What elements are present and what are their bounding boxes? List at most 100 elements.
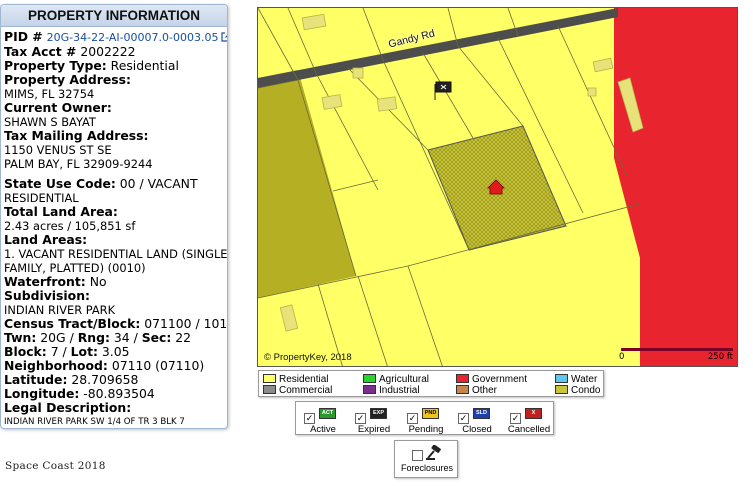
tax-mailing-label: Tax Mailing Address: <box>4 128 149 143</box>
swatch-agricultural <box>363 374 376 383</box>
tax-mailing-line1: 1150 VENUS ST SE <box>4 143 112 157</box>
foreclosures-label: Foreclosures <box>400 463 454 473</box>
longitude-value: -80.893504 <box>83 386 155 401</box>
property-address-label: Property Address: <box>4 72 131 87</box>
active-flag-icon: ACT <box>319 408 336 419</box>
swatch-commercial <box>263 385 276 394</box>
legend-item-residential: Residential <box>263 374 328 385</box>
pid-label: PID # <box>4 29 43 44</box>
filter-closed[interactable]: ✓ SLD Closed <box>450 405 504 435</box>
census-row: Census Tract/Block: 071100 / 1016 <box>4 317 227 331</box>
pending-flag-icon: PND <box>422 408 439 419</box>
land-areas-label: Land Areas: <box>4 232 88 247</box>
swatch-government <box>456 374 469 383</box>
filter-closed-checkbox[interactable]: ✓ <box>458 413 469 424</box>
total-land-value: 2.43 acres / 105,851 sf <box>4 219 136 233</box>
expired-flag-icon: EXP <box>370 408 387 419</box>
current-owner-label: Current Owner: <box>4 100 112 115</box>
legend-item-water: Water <box>555 374 597 385</box>
lot-value: 3.05 <box>101 344 130 359</box>
property-type-value: Residential <box>110 58 179 73</box>
waterfront-label: Waterfront: <box>4 274 86 289</box>
pid-row: PID # 20G-34-22-AI-00007.0-0003.05 <box>4 30 227 45</box>
filter-cancelled-checkbox[interactable]: ✓ <box>510 413 521 424</box>
pid-link[interactable]: 20G-34-22-AI-00007.0-0003.05 <box>47 31 219 44</box>
latitude-label: Latitude: <box>4 372 68 387</box>
sec-label: Sec: <box>141 330 172 345</box>
filter-pending-checkbox[interactable]: ✓ <box>407 413 418 424</box>
swatch-water <box>555 374 568 383</box>
neighborhood-row: Neighborhood: 07110 (07110) <box>4 359 227 373</box>
legal-label: Legal Description: <box>4 400 132 415</box>
longitude-label: Longitude: <box>4 386 80 401</box>
legend-item-agricultural: Agricultural <box>363 374 429 385</box>
filter-active-checkbox[interactable]: ✓ <box>304 413 315 424</box>
block-lot-row: Block: 7 / Lot: 3.05 <box>4 344 130 359</box>
swatch-other <box>456 385 469 394</box>
current-owner-value: SHAWN S BAYAT <box>4 115 96 129</box>
foreclosures-checkbox[interactable] <box>412 450 423 461</box>
cancelled-flag-icon: X <box>525 408 542 419</box>
panel-title: PROPERTY INFORMATION <box>1 5 227 27</box>
neighborhood-label: Neighborhood: <box>4 358 108 373</box>
scale-bar-line <box>621 348 733 351</box>
parcel-map[interactable]: Gandy Rd © PropertyKey, 2018 0 250 ft <box>257 7 738 367</box>
rng-label: Rng: <box>77 330 110 345</box>
state-use-label: State Use Code: <box>4 176 116 191</box>
twn-value: 20G <box>40 330 66 345</box>
census-label: Census Tract/Block: <box>4 316 141 331</box>
legal-value: INDIAN RIVER PARK SW 1/4 OF TR 3 BLK 7 <box>4 417 185 427</box>
longitude-row: Longitude: -80.893504 <box>4 387 227 401</box>
rng-value: 34 <box>113 330 130 345</box>
census-value: 071100 / 1016 <box>144 316 228 331</box>
closed-flag-icon: SLD <box>473 408 490 419</box>
external-link-icon[interactable] <box>220 31 227 42</box>
block-value: 7 <box>50 344 59 359</box>
legend-item-government: Government <box>456 374 527 385</box>
filter-active-label: Active <box>310 424 336 435</box>
filter-cancelled[interactable]: ✓ X Cancelled <box>502 405 556 435</box>
filter-pending-label: Pending <box>408 424 444 435</box>
map-canvas[interactable] <box>258 8 738 367</box>
land-use-legend: Residential Commercial Agricultural Indu… <box>258 370 604 397</box>
property-type-label: Property Type: <box>4 58 107 73</box>
gavel-icon <box>426 445 441 460</box>
latitude-value: 28.709658 <box>71 372 139 387</box>
filter-foreclosures[interactable]: Foreclosures <box>394 440 458 478</box>
filter-closed-label: Closed <box>462 424 492 435</box>
subdivision-value: INDIAN RIVER PARK <box>4 303 116 317</box>
filter-cancelled-label: Cancelled <box>507 424 551 435</box>
tax-acct-value: 2002222 <box>80 44 136 59</box>
latitude-row: Latitude: 28.709658 <box>4 373 227 387</box>
legend-item-industrial: Industrial <box>363 385 420 396</box>
filter-expired-checkbox[interactable]: ✓ <box>355 413 366 424</box>
property-info-panel: PROPERTY INFORMATION PID # 20G-34-22-AI-… <box>0 4 228 429</box>
legend-label: Commercial <box>279 385 333 396</box>
waterfront-row: Waterfront: No <box>4 275 227 289</box>
tax-mailing-line2: PALM BAY, FL 32909-9244 <box>4 157 153 171</box>
filter-expired-label: Expired <box>357 424 391 435</box>
swatch-condo <box>555 385 568 394</box>
property-address-value: MIMS, FL 32754 <box>4 87 95 101</box>
waterfront-value: No <box>89 274 107 289</box>
swatch-industrial <box>363 385 376 394</box>
block-label: Block: <box>4 344 47 359</box>
legend-item-other: Other <box>456 385 497 396</box>
legend-item-commercial: Commercial <box>263 385 332 396</box>
legend-label: Water <box>571 374 598 385</box>
sec-value: 22 <box>175 330 192 345</box>
neighborhood-value: 07110 (07110) <box>111 358 205 373</box>
legend-label: Agricultural <box>379 374 430 385</box>
tax-acct-label: Tax Acct # <box>4 44 77 59</box>
legend-label: Government <box>472 374 528 385</box>
land-areas-value-2: FAMILY, PLATTED) (0010) <box>4 261 146 275</box>
state-use-value-2: RESIDENTIAL <box>4 191 79 205</box>
lot-label: Lot: <box>70 344 98 359</box>
twn-rng-sec-row: Twn: 20G / Rng: 34 / Sec: 22 <box>4 330 192 345</box>
filter-pending[interactable]: ✓ PND Pending <box>399 405 453 435</box>
filter-expired[interactable]: ✓ EXP Expired <box>347 405 401 435</box>
listing-status-filters: ✓ ACT Active ✓ EXP Expired ✓ PND Pending… <box>295 401 554 435</box>
property-type-row: Property Type: Residential <box>4 59 227 73</box>
filter-active[interactable]: ✓ ACT Active <box>296 405 350 435</box>
footer-text: Space Coast 2018 <box>5 460 106 472</box>
